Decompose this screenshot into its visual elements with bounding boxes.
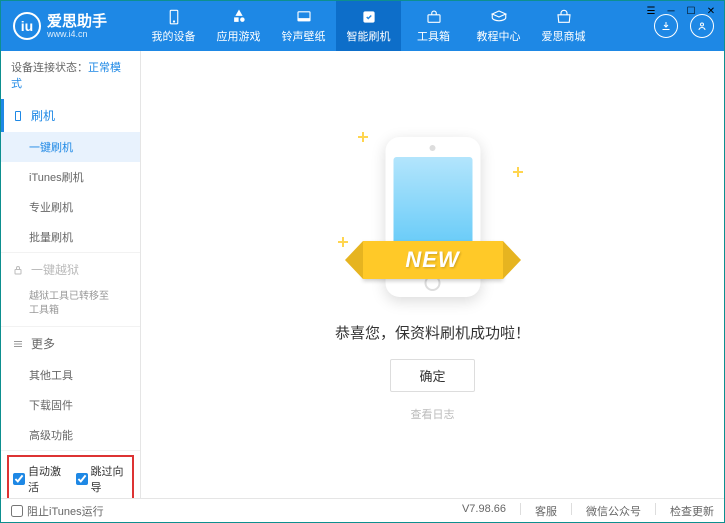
minimize-icon[interactable]: ─ — [664, 4, 678, 18]
sidebar-item-batch-flash[interactable]: 批量刷机 — [1, 222, 140, 252]
service-link[interactable]: 客服 — [535, 503, 557, 519]
app-site: www.i4.cn — [47, 29, 107, 39]
sidebar-flash-header[interactable]: 刷机 — [1, 99, 140, 132]
version-label: V7.98.66 — [462, 503, 506, 519]
nav-ringtones[interactable]: 铃声壁纸 — [271, 1, 336, 51]
ok-button[interactable]: 确定 — [390, 359, 474, 392]
sidebar-item-pro-flash[interactable]: 专业刷机 — [1, 192, 140, 222]
nav-store[interactable]: 爱思商城 — [531, 1, 596, 51]
sidebar-item-oneclick-flash[interactable]: 一键刷机 — [1, 132, 140, 162]
sidebar-item-advanced[interactable]: 高级功能 — [1, 420, 140, 450]
checkbox-auto-activate[interactable]: 自动激活 — [13, 463, 66, 495]
nav-smart-flash[interactable]: 智能刷机 — [336, 1, 401, 51]
main-nav: 我的设备 应用游戏 铃声壁纸 智能刷机 工具箱 教程中心 — [141, 1, 644, 51]
new-ribbon: NEW — [343, 241, 523, 279]
main-content: NEW 恭喜您，保资料刷机成功啦！ 确定 查看日志 — [141, 51, 724, 498]
sidebar-more-header[interactable]: 更多 — [1, 327, 140, 360]
sidebar-item-itunes-flash[interactable]: iTunes刷机 — [1, 162, 140, 192]
view-log-link[interactable]: 查看日志 — [411, 406, 455, 422]
nav-apps-games[interactable]: 应用游戏 — [206, 1, 271, 51]
logo-icon: iu — [13, 12, 41, 40]
flash-icon — [360, 8, 378, 26]
wechat-link[interactable]: 微信公众号 — [586, 503, 641, 519]
options-highlight-box: 自动激活 跳过向导 — [7, 455, 134, 498]
success-message: 恭喜您，保资料刷机成功啦！ — [335, 322, 530, 343]
close-icon[interactable]: ✕ — [704, 4, 718, 18]
menu-icon[interactable]: ☰ — [644, 4, 658, 18]
nav-my-device[interactable]: 我的设备 — [141, 1, 206, 51]
apps-icon — [230, 8, 248, 26]
sparkle-icon — [513, 167, 523, 177]
app-window: ☰ ─ ☐ ✕ iu 爱思助手 www.i4.cn 我的设备 应用游戏 铃声壁纸 — [0, 0, 725, 523]
sparkle-icon — [358, 132, 368, 142]
checkbox-skip-guide[interactable]: 跳过向导 — [76, 463, 129, 495]
sidebar: 设备连接状态：正常模式 刷机 一键刷机 iTunes刷机 专业刷机 批量刷机 一… — [1, 51, 141, 498]
maximize-icon[interactable]: ☐ — [684, 4, 698, 18]
sidebar-jailbreak-header: 一键越狱 — [1, 253, 140, 286]
sidebar-item-download-firmware[interactable]: 下载固件 — [1, 390, 140, 420]
sidebar-item-other-tools[interactable]: 其他工具 — [1, 360, 140, 390]
wallpaper-icon — [295, 8, 313, 26]
success-illustration: NEW — [333, 127, 533, 307]
window-controls-top: ☰ ─ ☐ ✕ — [644, 4, 718, 18]
checkbox-block-itunes[interactable]: 阻止iTunes运行 — [11, 503, 104, 519]
nav-tutorials[interactable]: 教程中心 — [466, 1, 531, 51]
app-name: 爱思助手 — [47, 14, 107, 29]
tutorial-icon — [490, 8, 508, 26]
store-icon — [555, 8, 573, 26]
lock-icon — [11, 263, 25, 277]
list-icon — [11, 337, 25, 351]
toolbox-icon — [425, 8, 443, 26]
titlebar: iu 爱思助手 www.i4.cn 我的设备 应用游戏 铃声壁纸 智能刷机 — [1, 1, 724, 51]
logo: iu 爱思助手 www.i4.cn — [1, 12, 141, 40]
body: 设备连接状态：正常模式 刷机 一键刷机 iTunes刷机 专业刷机 批量刷机 一… — [1, 51, 724, 498]
nav-toolbox[interactable]: 工具箱 — [401, 1, 466, 51]
statusbar: 阻止iTunes运行 V7.98.66 客服 微信公众号 检查更新 — [1, 498, 724, 522]
phone-icon — [11, 109, 25, 123]
check-update-link[interactable]: 检查更新 — [670, 503, 714, 519]
phone-icon — [165, 8, 183, 26]
connection-status: 设备连接状态：正常模式 — [1, 51, 140, 99]
sidebar-jailbreak-note: 越狱工具已转移至工具箱 — [1, 286, 140, 326]
